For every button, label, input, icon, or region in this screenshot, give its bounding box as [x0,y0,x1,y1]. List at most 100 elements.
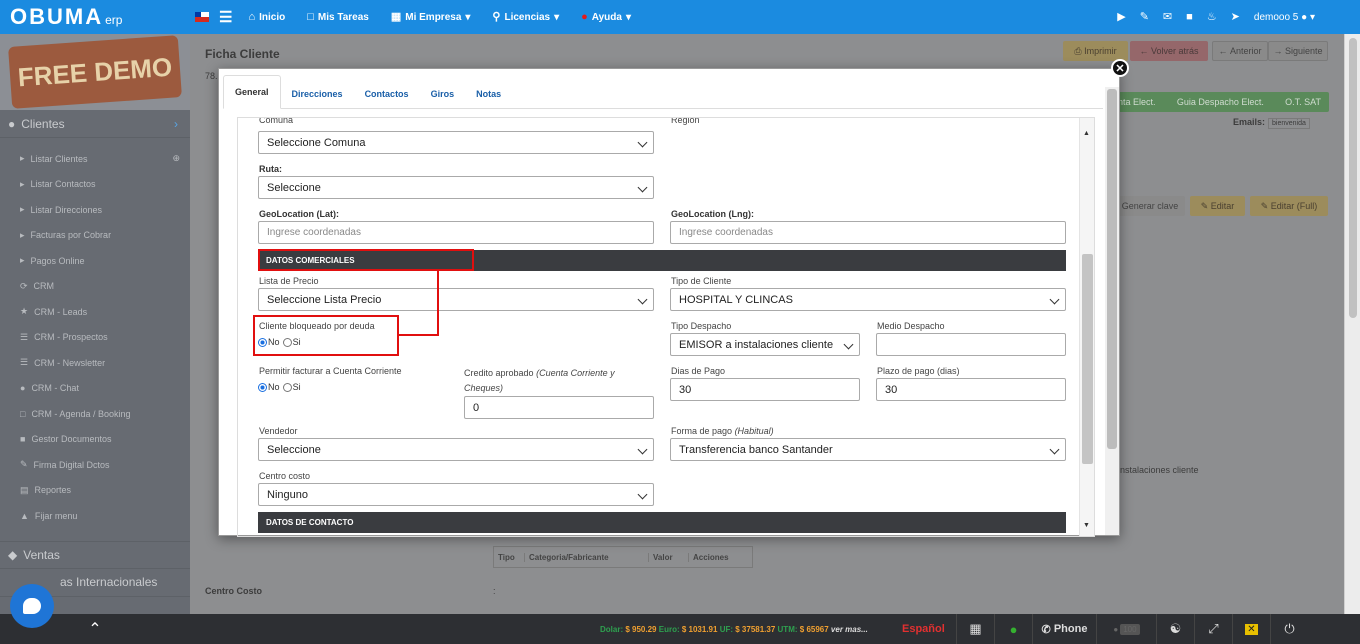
sidebar-item-pagos-online[interactable]: ▸ Pagos Online [0,248,190,274]
centro-costo-label: Centro Costo [205,586,262,596]
sidebar-item-facturas-por-cobrar[interactable]: ▸ Facturas por Cobrar [0,223,190,249]
modal-scrollbar[interactable] [1105,87,1119,535]
dias-pago-input[interactable]: 30 [670,378,860,401]
general-form-panel: Comuna Región Seleccione Comuna Ruta: Se… [237,117,1095,537]
key-icon: ⚲ [492,10,501,23]
tipo-despacho-select[interactable]: EMISOR a instalaciones cliente [670,333,860,356]
folder-icon[interactable]: ■ [1186,11,1193,23]
sidebar-item-listar-direcciones[interactable]: ▸ Listar Direcciones [0,197,190,223]
modal-scrollbar-thumb[interactable] [1107,89,1117,449]
tipo-cliente-select[interactable]: HOSPITAL Y CLINCAS [670,288,1066,311]
nav-mis-tareas[interactable]: □ Mis Tareas [307,11,369,23]
print-icon: ⎙ [1074,45,1082,56]
youtube-icon[interactable]: ▶ [1117,11,1125,23]
tab-contactos[interactable]: Contactos [354,80,420,108]
plazo-pago-input[interactable]: 30 [876,378,1066,401]
lat-input[interactable]: Ingrese coordenadas [258,221,654,244]
forma-pago-select[interactable]: Transferencia banco Santander [670,438,1066,461]
editar-full-button[interactable]: ✎ Editar (Full) [1250,196,1328,216]
chat-bubble-icon [23,598,41,614]
envelope-icon[interactable]: ✉ [1163,11,1172,23]
sidebar-item-crm-chat[interactable]: ● CRM - Chat [0,376,190,402]
lista-precio-select[interactable]: Seleccione Lista Precio [258,288,654,311]
centro-costo-select[interactable]: Ninguno [258,483,654,506]
power-icon[interactable]: ⏻ [1270,614,1308,644]
chat-counter[interactable]: ● 100 [1096,614,1156,644]
chile-flag-icon[interactable] [195,12,209,22]
emails-label: Emails: [1233,117,1266,127]
form-scrollbar-thumb[interactable] [1082,254,1093,464]
free-demo-badge: FREE DEMO [8,35,182,109]
editar-button[interactable]: ✎ Editar [1190,196,1245,216]
highlight-connector-vertical [437,270,439,336]
sidebar-item-gestor-documentos[interactable]: ■ Gestor Documentos [0,427,190,453]
sitemap-icon[interactable]: ▦ [956,614,994,644]
sidebar-item-firma-digital[interactable]: ✎ Firma Digital Dctos [0,452,190,478]
rocket-icon[interactable]: ➤ [1231,11,1240,23]
modal-close-button[interactable]: ✕ [1111,59,1129,77]
home-icon: ⌂ [248,10,256,23]
lista-precio-label: Lista de Precio [259,276,319,286]
hamburger-menu-icon[interactable]: ☰ [219,8,232,26]
tipo-cliente-label: Tipo de Cliente [671,276,732,286]
tab-giros[interactable]: Giros [420,80,466,108]
nav-licencias[interactable]: ⚲ Licencias ▾ [492,10,559,23]
vendedor-select[interactable]: Seleccione [258,438,654,461]
anterior-button[interactable]: ← Anterior [1212,41,1268,61]
obuma-logo[interactable]: OBUMA erp [0,0,195,34]
scroll-up-icon[interactable]: ▲ [1083,130,1090,137]
green-action-bar[interactable]: nta Elect. Guia Despacho Elect. O.T. SAT [1110,92,1329,112]
sidebar-item-fijar-menu[interactable]: ▲ Fijar menu [0,503,190,529]
caret-down-icon: ▾ [465,11,471,23]
imprimir-button[interactable]: ⎙ Imprimir [1063,41,1128,61]
fullscreen-icon[interactable]: ⤢ [1194,614,1232,644]
page-scrollbar-thumb[interactable] [1349,38,1357,318]
pencil-icon[interactable]: ✎ [1140,11,1149,23]
bottom-bar: ⌃ Dolar: $ 950.29 Euro: $ 1031.91 UF: $ … [0,614,1360,644]
credito-input[interactable]: 0 [464,396,654,419]
sidebar-section-ventas[interactable]: ◆ Ventas [0,540,190,569]
sidebar-item-listar-clientes[interactable]: ▸ Listar Clientes ⊕ [0,146,190,172]
facturar-no-radio[interactable] [258,382,267,392]
volver-atras-button[interactable]: ← Volver atrás [1130,41,1208,61]
lng-input[interactable]: Ingrese coordenadas [670,221,1066,244]
phone-button[interactable]: ✆ Phone [1032,614,1096,644]
tab-general[interactable]: General [223,75,281,109]
tab-direcciones[interactable]: Direcciones [281,80,354,108]
bell-icon[interactable]: ♨ [1207,11,1217,23]
close-box-icon[interactable]: ✕ [1232,614,1270,644]
tab-notas[interactable]: Notas [465,80,512,108]
exchange-rates[interactable]: Dolar: $ 950.29 Euro: $ 1031.91 UF: $ 37… [600,625,890,634]
sidebar-item-crm[interactable]: ⟳ CRM [0,274,190,300]
siguiente-button[interactable]: → Siguiente [1268,41,1328,61]
medio-despacho-input[interactable] [876,333,1066,356]
lat-label: GeoLocation (Lat): [259,209,339,219]
sidebar-item-crm-newsletter[interactable]: ☰ CRM - Newsletter [0,350,190,376]
sidebar-section-clientes[interactable]: ● Clientes › [0,110,190,138]
sidebar-item-listar-contactos[interactable]: ▸ Listar Contactos [0,172,190,198]
chat-icon[interactable]: ● [994,614,1032,644]
chat-widget-button[interactable] [10,584,54,628]
tipo-despacho-label: Tipo Despacho [671,321,732,331]
chevron-right-icon: › [174,116,178,131]
sidebar-item-reportes[interactable]: ▤ Reportes [0,478,190,504]
facturar-si-radio[interactable] [282,382,292,392]
nav-mi-empresa[interactable]: ▦ Mi Empresa ▾ [391,11,471,23]
nav-inicio[interactable]: ⌂ Inicio [248,10,285,23]
sidebar-item-crm-agenda[interactable]: □ CRM - Agenda / Booking [0,401,190,427]
comuna-select[interactable]: Seleccione Comuna [258,131,654,154]
users-icon[interactable]: ☯ [1156,614,1194,644]
ruta-select[interactable]: Seleccione [258,176,654,199]
page-scrollbar[interactable] [1344,34,1360,614]
form-scrollbar[interactable]: ▲ ▼ [1079,118,1094,536]
scroll-down-icon[interactable]: ▼ [1083,522,1090,529]
sidebar-item-crm-prospectos[interactable]: ☰ CRM - Prospectos [0,325,190,351]
sidebar-item-crm-leads[interactable]: ★ CRM - Leads [0,299,190,325]
user-menu[interactable]: demooo 5 ● ▾ [1254,12,1315,23]
forma-pago-label: Forma de pago (Habitual) [671,426,774,436]
nav-ayuda[interactable]: ● Ayuda ▾ [581,11,631,23]
plus-circle-icon[interactable]: ⊕ [172,153,180,164]
language-selector[interactable]: Español [902,623,956,635]
credito-label: Credito aprobado (Cuenta Corriente y Cheq… [464,368,615,393]
generar-clave-button[interactable]: Generar clave [1115,196,1185,216]
